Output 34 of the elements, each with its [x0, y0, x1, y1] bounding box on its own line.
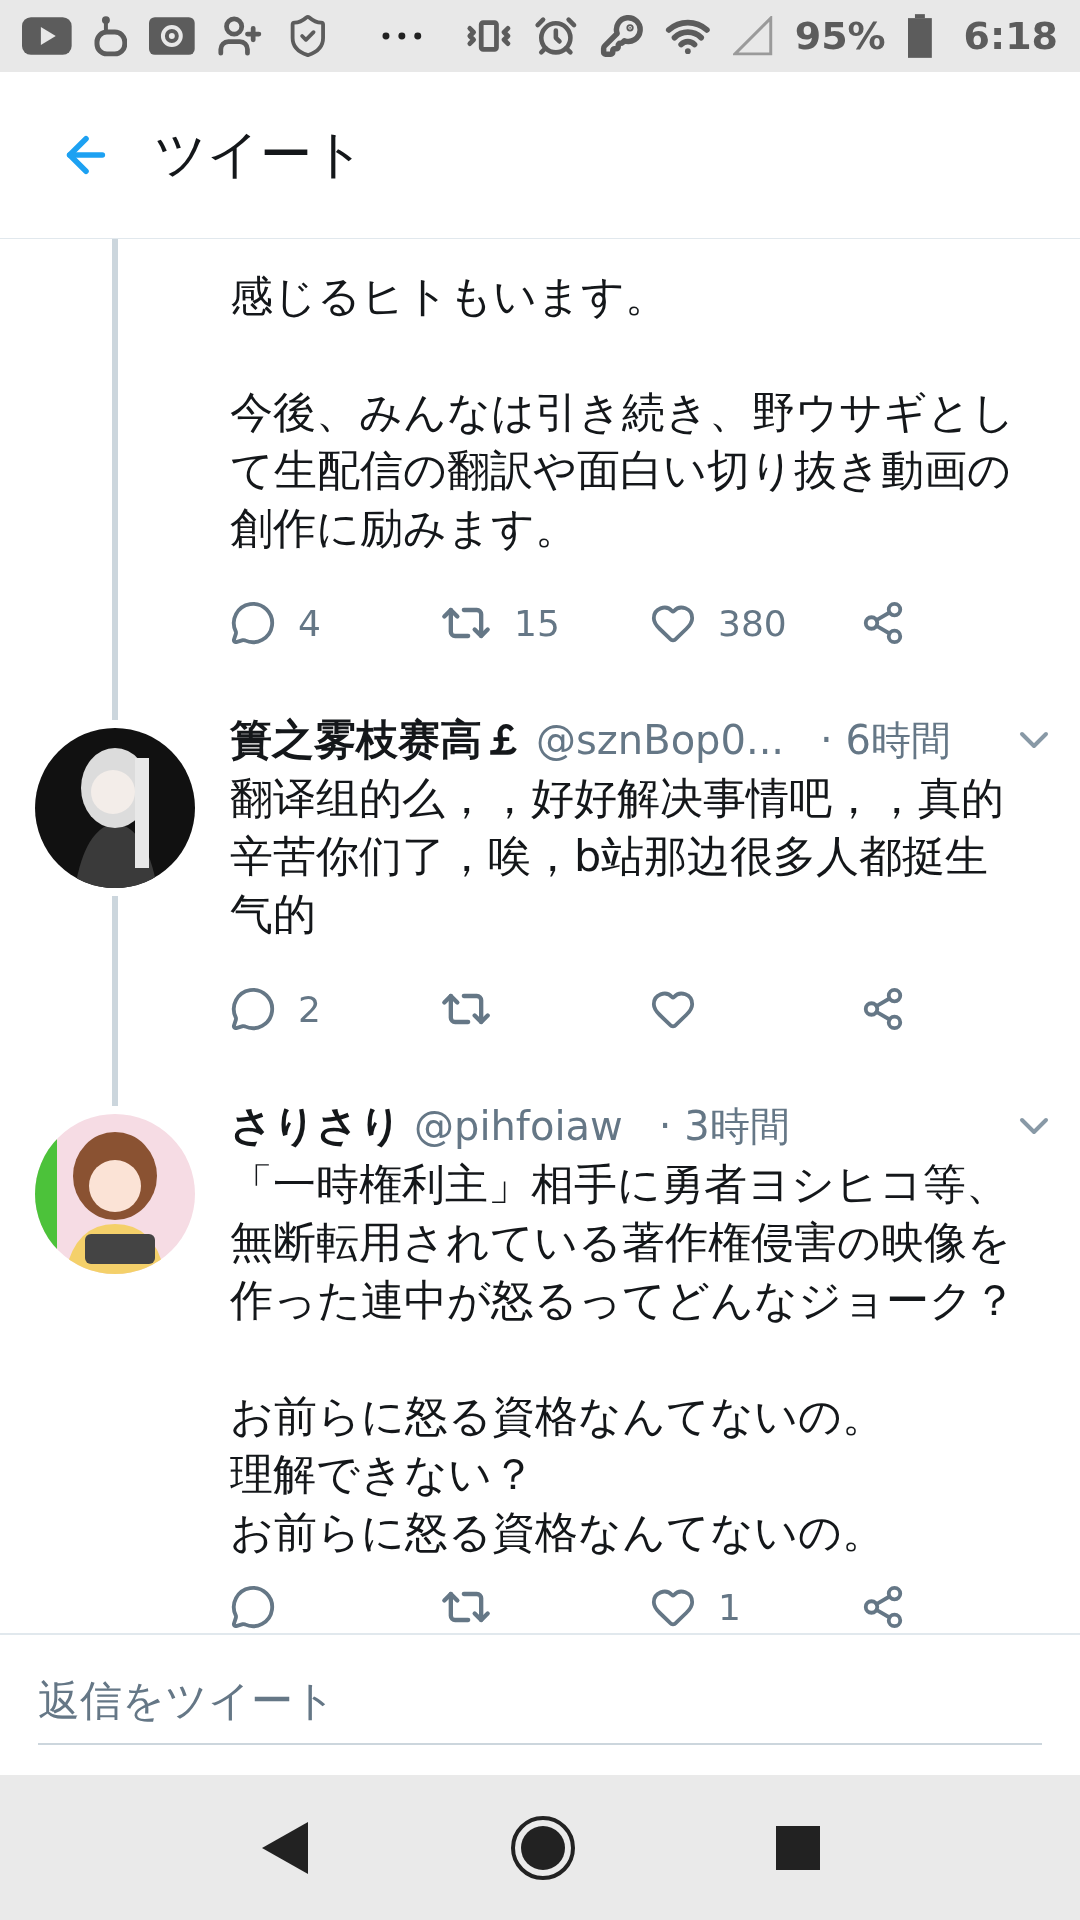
alarm-icon [533, 14, 578, 58]
reply-icon[interactable] [230, 600, 276, 646]
reply-count: 2 [298, 988, 321, 1030]
reply-icon[interactable] [230, 986, 276, 1032]
robot-icon [93, 14, 128, 58]
more-icon [382, 32, 423, 40]
signal-icon [733, 16, 773, 56]
battery-percent: 95% [794, 14, 886, 58]
recents-icon[interactable] [776, 1825, 820, 1870]
back-icon[interactable] [260, 1819, 310, 1876]
page-title: ツイート [154, 123, 365, 186]
reply-icon[interactable] [230, 1584, 276, 1630]
tweet-text: 今後、みんなは引き続き、野ウサギとし て生配信の翻訳や面白い切り抜き動画の 創作に励みます。 [230, 386, 1016, 555]
retweet-count: 15 [514, 602, 560, 644]
like-count: 1 [718, 1586, 741, 1628]
reply-count: 4 [298, 602, 321, 644]
user-handle: @sznBop0... [536, 717, 785, 763]
like-count: 380 [718, 602, 787, 644]
battery-icon [907, 14, 932, 58]
tweet-text: 翻译组的么，，好好解决事情吧，，真的 辛苦你们了，唉，b站那边很多人都挺生 气的 [230, 772, 1005, 941]
user-name[interactable]: さりさり [230, 1098, 402, 1154]
clock-time: 6:18 [963, 14, 1059, 58]
tweet-time: · 3時間 [658, 1101, 790, 1151]
user-name[interactable]: 簣之雾枝赛高￡ [230, 712, 524, 768]
tweet-text: 感じるヒトもいます。 [230, 270, 669, 323]
reply-field[interactable]: 返信をツイート [38, 1665, 1042, 1745]
tweet-time: · 6時間 [820, 715, 951, 765]
tweet-text: 「一時権利主」相手に勇者ヨシヒコ等、 無断転用されている著作権侵害の映像を 作った連中が怒るってどんなジョーク？ [230, 1158, 1017, 1327]
key-icon [599, 14, 644, 58]
video-icon [22, 17, 72, 55]
home-icon[interactable] [510, 1814, 576, 1881]
tweet-text: お前らに怒る資格なんてないの。 理解できない？ お前らに怒る資格なんてないの。 [230, 1390, 886, 1559]
radio-icon [149, 17, 196, 55]
user-handle: @pihfoiaw [414, 1103, 623, 1149]
